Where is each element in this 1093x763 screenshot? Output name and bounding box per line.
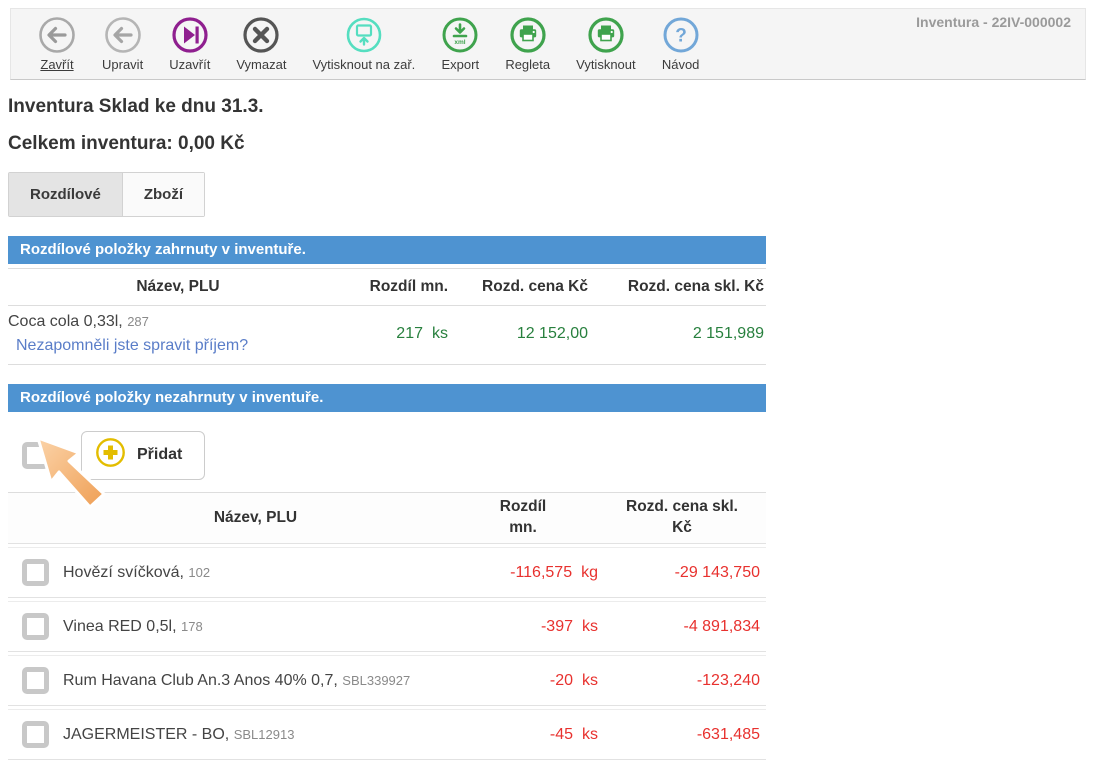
- column-header-qty: Rozdíl mn.: [348, 278, 448, 296]
- main-content: Inventura Sklad ke dnu 31.3. Celkem inve…: [8, 96, 766, 760]
- plus-icon: [95, 437, 126, 473]
- svg-text:?: ?: [675, 26, 687, 47]
- item-qty: -20: [550, 672, 573, 690]
- add-row: Přidat: [8, 430, 766, 480]
- excluded-table-header: Název, PLU Rozdíl mn. Rozd. cena skl. Kč: [8, 492, 766, 544]
- item-code: SBL12913: [234, 727, 295, 742]
- toolbar-button-print-to-device[interactable]: Vytisknout na zař.: [299, 16, 428, 72]
- table-row: Coca cola 0,33l, 287 Nezapomněli jste sp…: [8, 306, 766, 365]
- row-checkbox[interactable]: [22, 667, 49, 694]
- toolbar-button-delete[interactable]: Vymazat: [223, 16, 299, 72]
- download-xml-icon: xml: [441, 16, 479, 54]
- item-qty: -116,575: [510, 564, 572, 582]
- column-header-price: Rozd. cena Kč: [448, 278, 588, 296]
- back-arrow-icon: [38, 16, 76, 54]
- table-row[interactable]: Hovězí svíčková, 102 -116,575 kg -29 143…: [8, 547, 766, 598]
- excluded-section: Rozdílové položky nezahrnuty v inventuře…: [8, 384, 766, 760]
- toolbar-button-regleta[interactable]: Regleta: [492, 16, 563, 72]
- included-table-header: Název, PLU Rozdíl mn. Rozd. cena Kč Rozd…: [8, 268, 766, 306]
- row-checkbox[interactable]: [22, 559, 49, 586]
- item-name: Rum Havana Club An.3 Anos 40% 0,7,: [63, 672, 338, 689]
- item-qty: 217: [396, 325, 423, 343]
- item-stock-price: -631,485: [598, 726, 766, 744]
- item-name: Vinea RED 0,5l,: [63, 618, 177, 635]
- column-header-name: Název, PLU: [8, 278, 348, 296]
- printer-icon: [587, 16, 625, 54]
- toolbar-label: Návod: [662, 57, 700, 72]
- device-print-icon: [345, 16, 383, 54]
- item-stock-price: 2 151,989: [588, 325, 766, 343]
- toolbar-button-finalize[interactable]: Uzavřít: [156, 16, 223, 72]
- item-code: 178: [181, 619, 203, 634]
- row-checkbox[interactable]: [22, 721, 49, 748]
- column-header-name: Název, PLU: [63, 509, 448, 527]
- excluded-section-header: Rozdílové položky nezahrnuty v inventuře…: [8, 384, 766, 412]
- column-header-stock: Rozd. cena skl. Kč: [588, 278, 766, 296]
- table-row[interactable]: Rum Havana Club An.3 Anos 40% 0,7, SBL33…: [8, 655, 766, 706]
- toolbar-label: Uzavřít: [169, 57, 210, 72]
- tab-rozdilove[interactable]: Rozdílové: [9, 173, 122, 216]
- item-code: 102: [188, 565, 210, 580]
- toolbar-label: Upravit: [102, 57, 143, 72]
- item-name: JAGERMEISTER - BO,: [63, 726, 229, 743]
- item-stock-price: -29 143,750: [598, 564, 766, 582]
- item-code: SBL339927: [342, 673, 410, 688]
- toolbar: Zavřít Upravit Uzavřít Vymazat Vytisknou…: [10, 8, 1086, 80]
- fix-receipt-link[interactable]: Nezapomněli jste spravit příjem?: [8, 337, 248, 355]
- toolbar-button-print[interactable]: Vytisknout: [563, 16, 649, 72]
- window-title: Inventura - 22IV-000002: [916, 14, 1071, 30]
- help-icon: ?: [662, 16, 700, 54]
- included-section-header: Rozdílové položky zahrnuty v inventuře.: [8, 236, 766, 264]
- add-button-label: Přidat: [137, 446, 182, 464]
- item-price: 12 152,00: [448, 325, 588, 343]
- select-all-checkbox[interactable]: [22, 442, 49, 469]
- skip-end-icon: [171, 16, 209, 54]
- table-row[interactable]: Vinea RED 0,5l, 178 -397 ks -4 891,834: [8, 601, 766, 652]
- svg-text:xml: xml: [455, 39, 466, 46]
- add-button[interactable]: Přidat: [81, 431, 205, 480]
- toolbar-label: Vymazat: [236, 57, 286, 72]
- toolbar-label: Export: [442, 57, 480, 72]
- printer-icon: [509, 16, 547, 54]
- cross-icon: [242, 16, 280, 54]
- item-code: 287: [127, 314, 149, 329]
- tab-zbozi[interactable]: Zboží: [122, 173, 204, 216]
- column-header-qty: Rozdíl mn.: [492, 497, 554, 539]
- toolbar-label: Zavřít: [40, 57, 73, 72]
- item-stock-price: -4 891,834: [598, 618, 766, 636]
- toolbar-button-close[interactable]: Zavřít: [25, 16, 89, 72]
- toolbar-label: Vytisknout: [576, 57, 636, 72]
- toolbar-button-export[interactable]: xml Export: [428, 16, 492, 72]
- toolbar-button-help[interactable]: ? Návod: [649, 16, 713, 72]
- item-unit: ks: [432, 325, 448, 343]
- column-header-stock: Rozd. cena skl. Kč: [621, 497, 743, 539]
- row-checkbox[interactable]: [22, 613, 49, 640]
- table-row[interactable]: JAGERMEISTER - BO, SBL12913 -45 ks -631,…: [8, 709, 766, 760]
- item-name: Coca cola 0,33l,: [8, 313, 123, 330]
- item-unit: ks: [582, 672, 598, 690]
- page-title: Inventura Sklad ke dnu 31.3.: [8, 96, 766, 118]
- item-unit: ks: [582, 618, 598, 636]
- item-stock-price: -123,240: [598, 672, 766, 690]
- item-unit: ks: [582, 726, 598, 744]
- item-name: Hovězí svíčková,: [63, 564, 184, 581]
- tab-bar: Rozdílové Zboží: [8, 172, 205, 217]
- back-arrow-icon: [104, 16, 142, 54]
- toolbar-label: Vytisknout na zař.: [312, 57, 415, 72]
- item-qty: -397: [541, 618, 573, 636]
- toolbar-button-edit[interactable]: Upravit: [89, 16, 156, 72]
- item-qty: -45: [550, 726, 573, 744]
- inventory-total: Celkem inventura: 0,00 Kč: [8, 133, 766, 155]
- item-unit: kg: [581, 564, 598, 582]
- toolbar-label: Regleta: [505, 57, 550, 72]
